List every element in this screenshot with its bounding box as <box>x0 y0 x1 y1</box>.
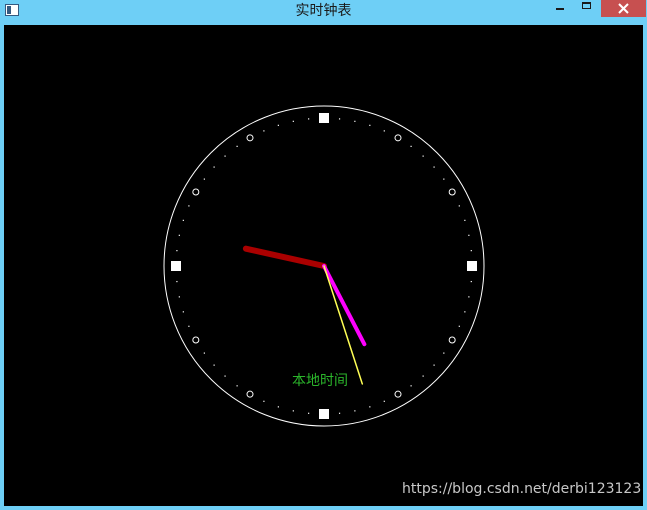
minute-marker <box>470 250 472 252</box>
minute-marker <box>338 412 341 414</box>
clock-canvas: 本地时间 https://blog.csdn.net/derbi123123 <box>4 25 643 506</box>
quarter-hour-marker <box>467 261 477 271</box>
maximize-button[interactable] <box>574 0 600 17</box>
minute-marker <box>458 325 460 327</box>
app-window: 实时钟表 本地时间 https://blog.csdn.net/derbi123… <box>0 0 647 510</box>
hour-marker <box>192 336 200 344</box>
minute-marker <box>369 124 371 126</box>
minute-marker <box>182 219 184 221</box>
minute-marker <box>213 166 215 168</box>
minute-marker <box>433 166 435 168</box>
watermark-text: https://blog.csdn.net/derbi123123 <box>402 481 642 497</box>
hour-marker <box>192 188 200 196</box>
minute-marker <box>277 124 279 126</box>
minute-marker <box>443 178 445 180</box>
minute-marker <box>176 280 178 283</box>
minute-marker <box>263 400 265 402</box>
minute-marker <box>203 352 205 354</box>
minute-marker <box>354 120 356 122</box>
clock-face <box>163 105 485 427</box>
hour-marker <box>448 336 456 344</box>
minute-marker <box>224 155 226 157</box>
minute-marker <box>263 130 265 132</box>
minute-marker <box>188 325 190 327</box>
hour-marker <box>394 134 402 142</box>
minute-marker <box>178 296 180 298</box>
minute-marker <box>443 352 445 354</box>
minute-marker <box>422 155 424 157</box>
title-bar[interactable]: 实时钟表 <box>0 0 647 24</box>
minute-marker <box>292 410 294 412</box>
minute-marker <box>213 364 215 366</box>
minute-marker <box>277 406 279 408</box>
quarter-hour-marker <box>319 409 329 419</box>
minute-marker <box>383 130 385 132</box>
hour-marker <box>246 134 254 142</box>
quarter-hour-marker <box>171 261 181 271</box>
minute-marker <box>236 385 238 387</box>
minute-marker <box>338 118 341 120</box>
hour-marker <box>394 390 402 398</box>
minute-marker <box>176 250 178 252</box>
minute-marker <box>383 400 385 402</box>
hour-hand <box>242 245 327 269</box>
close-button[interactable] <box>601 0 646 17</box>
minute-marker <box>422 375 424 377</box>
minute-marker <box>188 205 190 207</box>
minute-marker <box>410 145 412 147</box>
clock-hands <box>242 245 367 385</box>
minute-marker <box>178 234 180 236</box>
close-icon <box>618 3 629 14</box>
minute-marker <box>236 145 238 147</box>
minimize-button[interactable] <box>547 0 573 17</box>
minute-marker <box>464 311 466 313</box>
minute-marker <box>468 296 470 298</box>
minute-marker <box>433 364 435 366</box>
hour-marker <box>448 188 456 196</box>
minute-marker <box>292 120 294 122</box>
minute-marker <box>410 385 412 387</box>
minute-marker <box>470 280 472 283</box>
minute-marker <box>308 412 310 414</box>
quarter-hour-marker <box>319 113 329 123</box>
minute-marker <box>458 205 460 207</box>
clock-label: 本地时间 <box>292 373 348 389</box>
minute-marker <box>203 178 205 180</box>
minute-marker <box>464 219 466 221</box>
minute-marker <box>369 406 371 408</box>
minute-marker <box>308 118 310 120</box>
minute-marker <box>354 410 356 412</box>
minute-hand <box>322 264 367 347</box>
minute-marker <box>182 311 184 313</box>
hour-marker <box>246 390 254 398</box>
minute-marker <box>468 234 470 236</box>
minute-marker <box>224 375 226 377</box>
